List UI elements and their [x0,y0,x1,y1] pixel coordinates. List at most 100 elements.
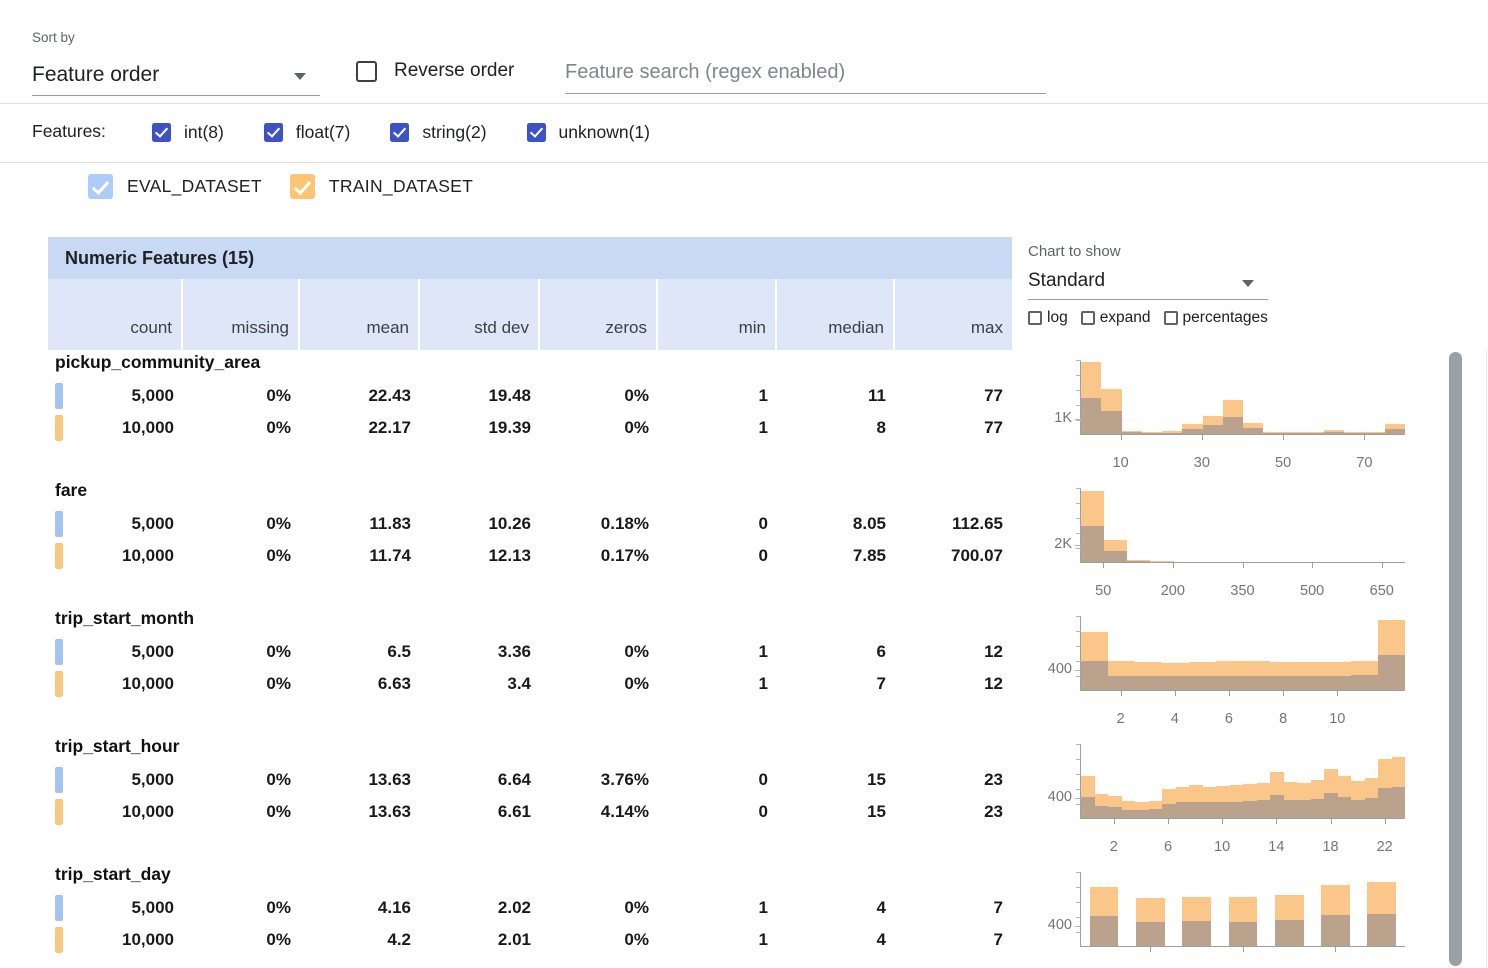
stat-value: 3.36 [498,642,531,662]
stat-std_dev: 2.02 [420,892,540,924]
checkbox[interactable] [1081,311,1095,325]
dataset-toggle-train_dataset[interactable]: TRAIN_DATASET [290,174,473,199]
histogram-bar [1243,676,1270,690]
feature-search-field[interactable]: Feature search (regex enabled) [565,52,1046,94]
eval-dataset-swatch [55,895,63,921]
plot-area [1080,744,1405,819]
train-dataset-swatch [55,927,63,953]
stat-value: 0% [266,770,291,790]
checkbox[interactable] [88,174,113,199]
x-tick-label: 200 [1161,583,1185,599]
checkbox[interactable] [390,123,409,142]
stat-std_dev: 3.36 [420,636,540,668]
stat-min: 1 [658,412,777,444]
histogram-bar [1189,802,1203,818]
stat-value: 0 [759,546,768,566]
histogram-bar [1182,429,1202,434]
histogram-bar [1230,802,1244,818]
histogram-bin [1149,744,1163,818]
chart-option-percentages[interactable]: percentages [1164,309,1268,327]
column-header-min: min [658,279,777,350]
checkbox[interactable] [1028,311,1042,325]
stat-value: 0 [759,770,768,790]
histogram-bin [1284,360,1304,434]
stat-value: 0.18% [601,514,649,534]
y-axis-label: 400 [1018,661,1072,677]
histogram-bin [1189,744,1203,818]
column-header-median: median [777,279,895,350]
x-tick-label: 70 [1356,455,1372,471]
vertical-scrollbar[interactable] [1449,352,1462,966]
x-tick-label: 10 [1214,839,1230,855]
stats-row-train: 10,0000%13.636.614.14%01523 [48,796,1012,828]
histogram-bar [1297,800,1311,818]
stat-mean: 6.63 [300,668,420,700]
dataset-toggle-eval_dataset[interactable]: EVAL_DATASET [88,174,262,199]
y-axis-tick [1076,503,1081,504]
x-axis: 50200350500650 [1080,563,1405,599]
histogram-bar [1081,797,1095,818]
chart-option-expand[interactable]: expand [1081,309,1151,327]
stat-value: 19.48 [488,386,531,406]
stat-zeros: 0% [540,924,658,956]
stat-missing: 0% [183,380,300,412]
x-axis-tick [1175,691,1176,696]
stat-value: 10,000 [122,546,174,566]
stat-value: 5,000 [131,514,174,534]
chart-type-select[interactable]: Standard [1028,266,1268,300]
histogram-bin [1336,488,1359,562]
x-axis-tick [1150,947,1151,952]
histogram-bar [1284,800,1298,818]
eval-bars-layer [1081,360,1405,434]
y-axis-tick [1076,375,1081,376]
histogram-bin [1270,744,1284,818]
feature-type-filter-string[interactable]: string(2) [390,122,486,143]
stat-mean: 11.83 [300,508,420,540]
stat-count: 5,000 [48,764,183,796]
stat-value: 77 [984,386,1003,406]
stat-zeros: 0.17% [540,540,658,572]
y-axis-tick [1076,646,1081,647]
histogram-bar [1344,433,1364,434]
histogram-bin [1351,616,1378,690]
checkbox[interactable] [1164,311,1178,325]
x-axis-tick [1335,947,1336,952]
checkbox[interactable] [264,123,283,142]
histogram-bin [1359,488,1382,562]
sort-by-value: Feature order [32,63,159,86]
histogram-bar [1270,676,1297,690]
checkbox[interactable] [290,174,315,199]
histogram-bar [1203,425,1223,434]
x-tick-label: 10 [1329,711,1345,727]
stat-value: 0% [266,642,291,662]
numeric-features-title: Numeric Features (15) [65,248,254,268]
checkbox[interactable] [527,123,546,142]
histogram-bar [1101,411,1121,434]
stat-value: 5,000 [131,642,174,662]
stat-count: 5,000 [48,380,183,412]
histogram-bar [1324,432,1344,434]
histogram-bar [1216,676,1243,690]
eval-dataset-swatch [55,639,63,665]
reverse-order-toggle[interactable]: Reverse order [356,57,514,85]
chart-option-label: log [1047,309,1068,327]
reverse-order-checkbox[interactable] [356,61,377,82]
chart-option-log[interactable]: log [1028,309,1068,327]
stat-zeros: 0% [540,412,658,444]
stat-max: 12 [895,668,1012,700]
histogram-bin [1266,488,1289,562]
chart-type-value: Standard [1028,270,1105,291]
histogram-bin [1127,872,1173,946]
chart-option-label: percentages [1183,309,1268,327]
x-tick-label: 14 [1268,839,1284,855]
checkbox[interactable] [152,123,171,142]
feature-type-filter-int[interactable]: int(8) [152,122,224,143]
feature-list: pickup_community_area5,0000%22.4319.480%… [48,350,1448,968]
feature-type-filter-unknown[interactable]: unknown(1) [527,122,650,143]
feature-type-filter-float[interactable]: float(7) [264,122,350,143]
column-header-missing: missing [183,279,300,350]
histogram-pickup_community_area: 1K10305070 [1018,360,1438,472]
x-axis: 246810 [1080,691,1405,727]
stat-median: 6 [777,636,895,668]
sort-by-select[interactable]: Feature order [32,56,320,96]
